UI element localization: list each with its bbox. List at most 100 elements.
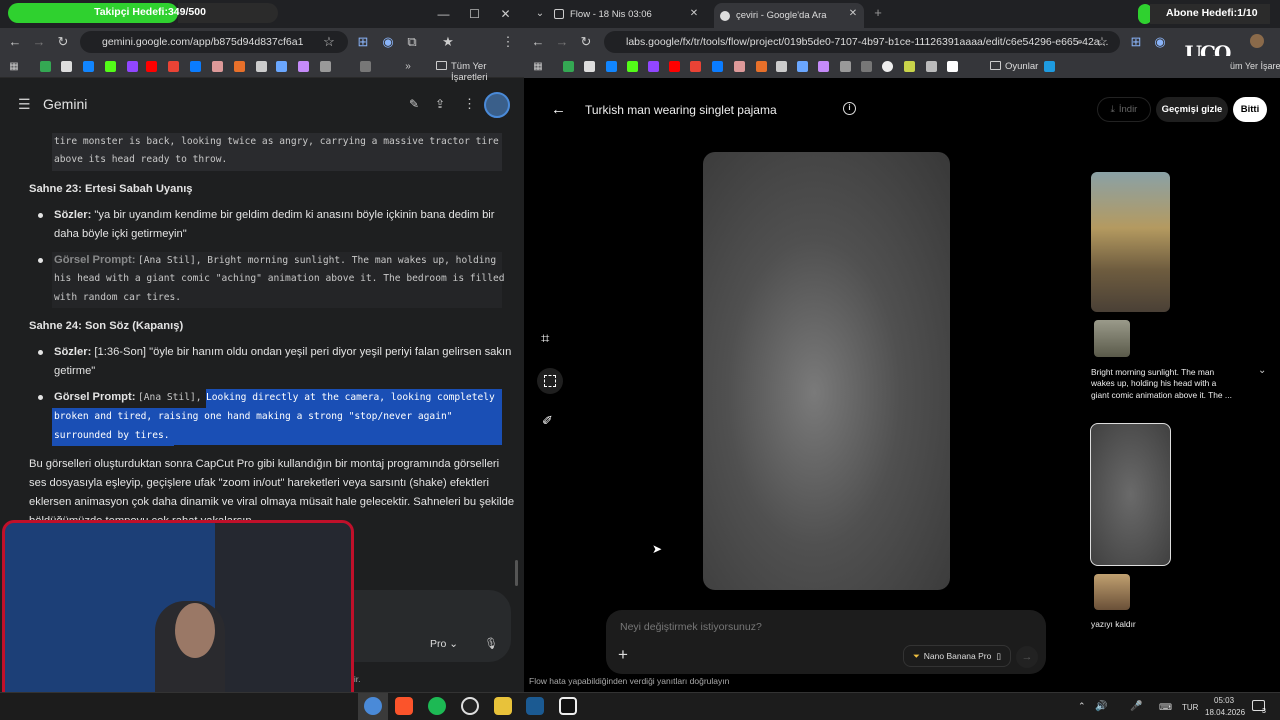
address-bar[interactable]: labs.google/fx/tr/tools/flow/project/019…: [604, 31, 1120, 53]
tray-chevron-icon[interactable]: ⌃: [1078, 701, 1086, 712]
all-bookmarks-label[interactable]: Tüm Yer İşaretleri: [451, 61, 524, 83]
bookmark-redirect-icon[interactable]: [360, 61, 371, 72]
profile-avatar[interactable]: [1250, 34, 1264, 48]
bookmark-star-icon-2[interactable]: [212, 61, 223, 72]
bookmark-k-icon[interactable]: [627, 61, 638, 72]
extensions-icon[interactable]: ⧉: [404, 34, 420, 50]
scene24-prompt-3[interactable]: surrounded by tires.: [52, 427, 174, 446]
microphone-icon[interactable]: 🎙: [484, 637, 498, 650]
bookmark-gear-icon[interactable]: [234, 61, 245, 72]
new-chat-icon[interactable]: ✎: [409, 97, 419, 111]
files-taskbar-icon[interactable]: [494, 697, 512, 715]
bookmark-meta-icon[interactable]: [712, 61, 723, 72]
language-indicator[interactable]: TUR: [1182, 703, 1198, 712]
expand-chevron-icon[interactable]: ⌄: [1258, 365, 1266, 376]
apps-grid-icon[interactable]: ▦: [530, 59, 546, 75]
keyboard-icon[interactable]: ⌨: [1159, 702, 1172, 713]
games-folder-label[interactable]: Oyunlar: [1005, 61, 1038, 72]
info-icon[interactable]: i: [843, 102, 856, 115]
crop-icon[interactable]: ⌗: [541, 330, 549, 347]
bookmark-meta-icon[interactable]: [190, 61, 201, 72]
address-bar[interactable]: gemini.google.com/app/b875d94d837cf6a1: [80, 31, 348, 53]
forward-icon[interactable]: →: [31, 34, 47, 50]
gemini-menu-icon[interactable]: ☰: [18, 96, 31, 113]
history-image-large[interactable]: [1091, 172, 1170, 312]
bookmark-gemini-icon[interactable]: [276, 61, 287, 72]
bookmark-x-icon[interactable]: [584, 61, 595, 72]
bookmark-tool-icon[interactable]: [320, 61, 331, 72]
bookmarks-overflow-icon[interactable]: »: [400, 59, 416, 75]
network-icon[interactable]: 🎤: [1130, 701, 1142, 712]
bookmark-v-icon[interactable]: [904, 61, 915, 72]
send-arrow-icon[interactable]: →: [1016, 646, 1038, 668]
minimize-button[interactable]: —: [428, 0, 459, 28]
close-tab-icon[interactable]: ✕: [845, 6, 861, 22]
tab-flow[interactable]: Flow - 18 Nis 03:06: [554, 3, 704, 25]
scrollbar[interactable]: [515, 560, 518, 586]
bookmark-video-icon[interactable]: [1044, 61, 1055, 72]
all-bookmarks-label[interactable]: üm Yer İşaretle: [1230, 61, 1280, 71]
bookmark-gemini-icon[interactable]: [797, 61, 808, 72]
bookmark-youtube-icon[interactable]: [146, 61, 157, 72]
close-tab-icon[interactable]: ✕: [686, 6, 702, 22]
close-window-button[interactable]: ✕: [490, 0, 521, 28]
bookmark-chatgpt-icon[interactable]: [256, 61, 267, 72]
add-icon[interactable]: +: [618, 645, 628, 665]
bookmark-a-icon[interactable]: [926, 61, 937, 72]
bookmark-image-icon[interactable]: [298, 61, 309, 72]
bookmark-bluesky-icon[interactable]: [606, 61, 617, 72]
bookmark-github-icon[interactable]: [882, 61, 893, 72]
bookmarks-icon[interactable]: ★: [440, 34, 456, 50]
history-thumb-1[interactable]: [1094, 320, 1130, 357]
bookmark-star-icon-2[interactable]: [734, 61, 745, 72]
hide-history-button[interactable]: Geçmişi gizle: [1156, 97, 1228, 122]
steam-taskbar-icon[interactable]: [526, 697, 544, 715]
flow-back-icon[interactable]: ←: [551, 101, 566, 118]
reload-icon[interactable]: ↻: [55, 34, 71, 50]
bookmark-x-icon[interactable]: [61, 61, 72, 72]
bookmark-twitch-icon[interactable]: [127, 61, 138, 72]
bookmark-k-icon[interactable]: [105, 61, 116, 72]
bookmark-doc-icon[interactable]: [947, 61, 958, 72]
bookmark-tool-icon[interactable]: [840, 61, 851, 72]
magic-edit-icon[interactable]: ✐: [542, 413, 553, 429]
bookmark-twitch-icon[interactable]: [648, 61, 659, 72]
more-options-icon[interactable]: ⋮: [463, 96, 476, 112]
back-icon[interactable]: ←: [530, 34, 546, 50]
apps-grid-icon[interactable]: ▦: [6, 59, 22, 75]
clock-time[interactable]: 05:03: [1214, 696, 1234, 705]
bookmark-star-icon[interactable]: ☆: [321, 34, 337, 50]
download-button[interactable]: ⤓ İndir: [1097, 97, 1151, 122]
reload-icon[interactable]: ↻: [578, 34, 594, 50]
translate-icon[interactable]: ⊞: [355, 34, 371, 50]
bookmark-youtube-icon[interactable]: [669, 61, 680, 72]
scene24-prompt-1b[interactable]: Looking directly at the camera, looking …: [206, 389, 502, 408]
bookmark-star-icon[interactable]: ☆: [1094, 34, 1110, 50]
select-region-icon[interactable]: [537, 368, 563, 394]
done-button[interactable]: Bitti: [1233, 97, 1267, 122]
menu-icon[interactable]: ⋮: [500, 34, 516, 50]
new-tab-icon[interactable]: +: [870, 5, 886, 21]
user-avatar[interactable]: [484, 92, 510, 118]
bookmark-gear-icon[interactable]: [756, 61, 767, 72]
chrome-taskbar-icon[interactable]: [364, 697, 382, 715]
model-chip[interactable]: ⏷ Nano Banana Pro ▯: [903, 645, 1011, 667]
bookmark-image-icon[interactable]: [818, 61, 829, 72]
bookmark-sheets-icon[interactable]: [563, 61, 574, 72]
tab-google-search[interactable]: çeviri - Google'da Ara: [714, 3, 864, 28]
forward-icon[interactable]: →: [554, 34, 570, 50]
zoom-icon[interactable]: ⌕: [1072, 34, 1088, 50]
share-icon[interactable]: ⇪: [435, 97, 445, 111]
bookmark-gmail-icon[interactable]: [690, 61, 701, 72]
model-selector[interactable]: Pro ⌄: [430, 638, 458, 650]
audio-icon[interactable]: ◉: [1152, 34, 1168, 50]
translate-icon[interactable]: ⊞: [1128, 34, 1144, 50]
maximize-button[interactable]: ☐: [459, 0, 490, 28]
bookmark-chatgpt-icon[interactable]: [776, 61, 787, 72]
audio-icon[interactable]: ◉: [380, 34, 396, 50]
bookmark-sheets-icon[interactable]: [40, 61, 51, 72]
bookmark-redirect-icon[interactable]: [861, 61, 872, 72]
brave-taskbar-icon[interactable]: [395, 697, 413, 715]
back-icon[interactable]: ←: [7, 34, 23, 50]
volume-icon[interactable]: 🔊: [1095, 701, 1107, 712]
